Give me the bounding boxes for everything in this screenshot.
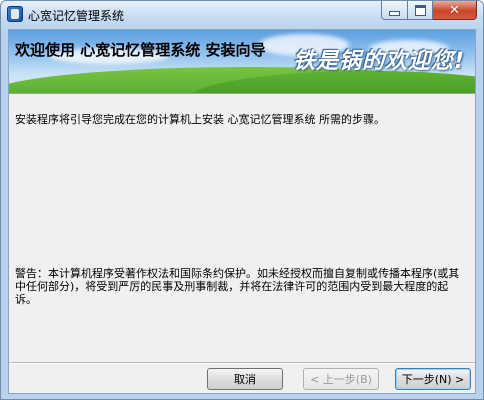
title-bar[interactable]: 心宽记忆管理系统 ✕	[1, 1, 483, 29]
next-button[interactable]: 下一步(N) >	[395, 368, 471, 390]
back-button[interactable]: < 上一步(B)	[303, 368, 379, 390]
installer-window: 心宽记忆管理系统 ✕ 欢迎使用 心宽记忆管理系统 安装向导 铁是锅的欢迎您! 安…	[0, 0, 484, 400]
installer-icon	[7, 6, 23, 22]
intro-text: 安装程序将引导您完成在您的计算机上安装 心宽记忆管理系统 所需的步骤。	[15, 113, 385, 126]
banner-divider	[9, 93, 475, 94]
button-divider	[9, 362, 475, 364]
maximize-icon	[414, 4, 426, 16]
minimize-icon	[389, 10, 400, 16]
wizard-title: 欢迎使用 心宽记忆管理系统 安装向导	[15, 41, 266, 59]
slogan-text: 铁是锅的欢迎您!	[292, 49, 465, 74]
close-button[interactable]: ✕	[433, 1, 477, 20]
dialog-client-area: 欢迎使用 心宽记忆管理系统 安装向导 铁是锅的欢迎您! 安装程序将引导您完成在您…	[8, 29, 476, 394]
maximize-button[interactable]	[408, 1, 433, 20]
copyright-warning: 警告：本计算机程序受著作权法和国际条约保护。如未经授权而擅自复制或传播本程序(或…	[15, 267, 460, 306]
window-title: 心宽记忆管理系统	[28, 9, 125, 23]
minimize-button[interactable]	[381, 1, 408, 20]
header-banner: 欢迎使用 心宽记忆管理系统 安装向导 铁是锅的欢迎您!	[9, 30, 475, 93]
close-icon: ✕	[449, 2, 460, 18]
window-controls: ✕	[381, 1, 477, 21]
cancel-button[interactable]: 取消	[207, 368, 283, 390]
